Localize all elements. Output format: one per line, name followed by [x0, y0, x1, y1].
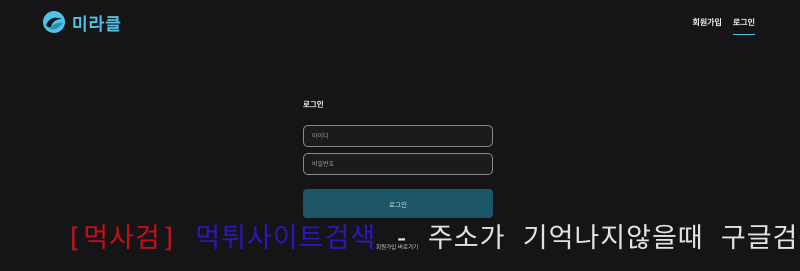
login-title: 로그인 [303, 100, 324, 109]
id-input[interactable] [303, 125, 493, 147]
brand-name: 미라클 [72, 14, 122, 35]
login-button[interactable]: 로그인 [303, 189, 493, 218]
password-input[interactable] [303, 153, 493, 175]
top-header: 미라클 회원가입 로그인 [0, 0, 800, 44]
top-nav: 회원가입 로그인 [692, 17, 755, 35]
overlay-banner: [먹사검] 먹튀사이트검색 - 주소가 기억나지않을때 구글검색 [66, 216, 800, 255]
nav-signup-link[interactable]: 회원가입 [692, 17, 721, 35]
banner-tag: [먹사검] [66, 223, 179, 254]
banner-keyword: 먹튀사이트검색 [195, 223, 377, 254]
brand-logo[interactable]: 미라클 [42, 9, 122, 35]
nav-login-link[interactable]: 로그인 [732, 17, 755, 35]
brand-logo-icon [43, 11, 65, 33]
banner-caption: - 주소가 기억나지않을때 구글검색 [393, 223, 800, 254]
